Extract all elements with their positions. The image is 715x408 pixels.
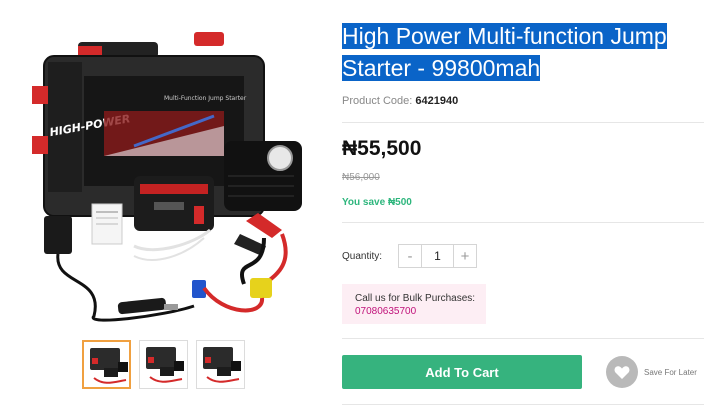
save-for-later-button[interactable]: Save For Later — [606, 356, 697, 388]
quantity-decrease-button[interactable]: - — [399, 245, 421, 267]
current-price: ₦55,500 — [342, 137, 422, 160]
save-for-later-label: Save For Later — [644, 367, 697, 377]
product-title-text: High Power Multi-function Jump Starter -… — [342, 23, 667, 81]
thumbnail-strip — [82, 340, 245, 389]
quantity-label: Quantity: — [342, 251, 383, 262]
quantity-input[interactable]: 1 — [421, 245, 454, 267]
divider — [342, 404, 704, 405]
air-compressor-image — [224, 141, 302, 211]
divider — [342, 338, 704, 339]
product-gallery: HIGH-POWER Multi-Function Jump Starter — [0, 0, 330, 408]
add-to-cart-button[interactable]: Add To Cart — [342, 355, 582, 389]
bulk-purchase-box: Call us for Bulk Purchases: 07080635700 — [342, 284, 486, 324]
product-code: Product Code: 6421940 — [342, 95, 458, 107]
divider — [342, 122, 704, 123]
savings-text: You save ₦500 — [342, 197, 412, 208]
product-main-image[interactable]: HIGH-POWER Multi-Function Jump Starter — [14, 16, 324, 326]
bulk-purchase-phone[interactable]: 07080635700 — [355, 305, 486, 318]
bulk-purchase-label: Call us for Bulk Purchases: — [355, 293, 476, 304]
svg-text:Multi-Function Jump Starter: Multi-Function Jump Starter — [164, 95, 247, 102]
quantity-stepper: - 1 + — [398, 244, 477, 268]
product-code-value: 6421940 — [415, 95, 459, 107]
jump-starter-image — [134, 176, 214, 231]
thumbnail-3[interactable] — [196, 340, 245, 389]
thumbnail-2[interactable] — [139, 340, 188, 389]
quantity-increase-button[interactable]: + — [454, 245, 476, 267]
heart-icon[interactable] — [606, 356, 638, 388]
thumbnail-1[interactable] — [82, 340, 131, 389]
divider — [342, 222, 704, 223]
product-title: High Power Multi-function Jump Starter -… — [342, 20, 702, 84]
manual-image — [91, 203, 123, 245]
old-price: ₦56,000 — [342, 172, 380, 183]
product-code-label: Product Code: — [342, 95, 413, 107]
